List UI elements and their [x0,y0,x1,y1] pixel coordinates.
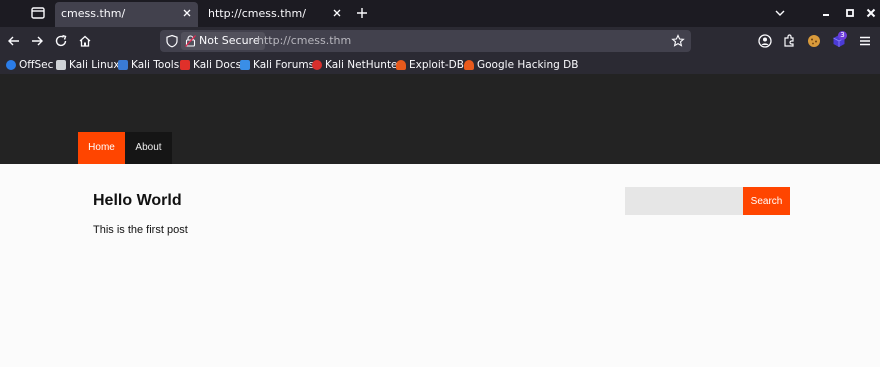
forward-icon[interactable] [29,33,45,49]
tab-title: http://cmess.thm/ [208,7,306,20]
address-bar[interactable]: Not Secure http://cmess.thm [160,30,691,52]
site-header: Home About [0,74,880,164]
tab-title: cmess.thm/ [61,7,126,20]
ghdb-icon [464,60,474,70]
tab-active[interactable]: cmess.thm/ [55,2,198,27]
search-input[interactable] [625,187,743,215]
site-content: Hello World This is the first post Searc… [0,164,880,367]
bookmark-label: Google Hacking DB [477,59,579,71]
kali-tools-icon [118,60,128,70]
bookmark-kali-docs[interactable]: Kali Docs [180,57,241,73]
security-indicator[interactable]: Not Secure [181,32,265,50]
bookmark-label: Kali NetHunter [325,59,402,71]
url-text[interactable]: http://cmess.thm [257,34,351,47]
maximize-icon[interactable] [842,5,858,21]
minimize-icon[interactable] [818,5,834,21]
insecure-lock-icon [185,35,196,47]
offsec-icon [6,60,16,70]
nav-about-link[interactable]: About [125,132,172,164]
reload-icon[interactable] [53,33,69,49]
close-tab-icon[interactable] [332,8,342,18]
navigation-toolbar: Not Secure http://cmess.thm [0,27,880,56]
bookmark-label: Exploit-DB [409,59,464,71]
security-label: Not Secure [199,34,260,47]
extension-cookie-icon[interactable] [806,33,822,49]
nav-home-link[interactable]: Home [78,132,125,164]
search-button[interactable]: Search [743,187,790,215]
bookmark-label: OffSec [19,59,54,71]
bookmark-offsec[interactable]: OffSec [6,57,53,73]
close-tab-icon[interactable] [182,8,192,18]
post-title[interactable]: Hello World [93,192,182,210]
kali-docs-icon [180,60,190,70]
tab-list-icon[interactable] [29,5,47,21]
bookmark-label: Kali Linux [69,59,120,71]
home-icon[interactable] [77,33,93,49]
chevron-down-icon[interactable] [772,5,788,21]
bookmark-label: Kali Tools [131,59,180,71]
menu-icon[interactable] [857,33,873,49]
tab-strip: cmess.thm/ http://cmess.thm/ [0,0,880,27]
back-icon[interactable] [6,33,22,49]
bookmark-exploit-db[interactable]: Exploit-DB [396,57,464,73]
bookmarks-toolbar: OffSec Kali Linux Kali Tools Kali Docs K… [0,56,880,74]
tab-inactive[interactable]: http://cmess.thm/ [202,2,348,27]
bookmark-kali-nethunter[interactable]: Kali NetHunter [312,57,402,73]
kali-dragon-icon [56,60,66,70]
bookmark-kali-linux[interactable]: Kali Linux [56,57,120,73]
account-icon[interactable] [757,33,773,49]
tracking-protection-icon[interactable] [165,34,179,48]
bookmark-kali-tools[interactable]: Kali Tools [118,57,179,73]
nethunter-icon [312,60,322,70]
close-window-icon[interactable] [863,5,879,21]
new-tab-icon[interactable] [354,5,370,21]
kali-forums-icon [240,60,250,70]
bookmark-kali-forums[interactable]: Kali Forums [240,57,314,73]
bookmark-label: Kali Docs [193,59,242,71]
bookmark-google-hacking-db[interactable]: Google Hacking DB [464,57,578,73]
bookmark-star-icon[interactable] [671,34,685,48]
post-body: This is the first post [93,224,188,236]
bookmark-label: Kali Forums [253,59,315,71]
extensions-icon[interactable] [781,33,797,49]
exploit-db-icon [396,60,406,70]
extension-badge: 3 [838,31,847,40]
